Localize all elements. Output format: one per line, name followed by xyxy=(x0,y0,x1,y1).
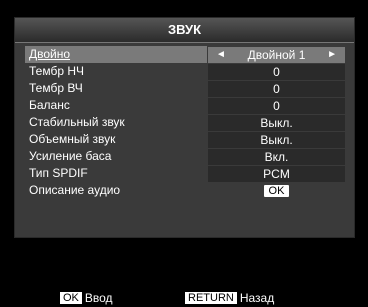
hint-enter: OK Ввод xyxy=(60,290,113,307)
tv-screen: ЗВУК Двойно ◄ Двойной 1 ► Тембр НЧ 0 Тем… xyxy=(0,0,368,307)
menu-item-value: 0 xyxy=(208,81,345,97)
menu-item-value: 0 xyxy=(208,64,345,80)
menu-item-label: Тембр НЧ xyxy=(29,64,84,78)
menu-item-spdif-type[interactable]: Тип SPDIF PCM xyxy=(25,165,346,182)
menu-item-dual[interactable]: Двойно ◄ Двойной 1 ► xyxy=(25,46,346,63)
menu-item-value: Выкл. xyxy=(208,132,345,148)
menu-item-label: Баланс xyxy=(29,98,70,112)
hint-back-label: Назад xyxy=(239,291,275,305)
arrow-left-icon[interactable]: ◄ xyxy=(216,47,226,63)
menu-item-label: Стабильный звук xyxy=(29,115,125,129)
hint-back: RETURN Назад xyxy=(185,290,274,307)
menu-item-value: Выкл. xyxy=(208,115,345,131)
menu-item-bass[interactable]: Тембр НЧ 0 xyxy=(25,63,346,80)
menu-item-label: Двойно xyxy=(29,47,71,61)
dual-selector[interactable]: ◄ Двойной 1 ► xyxy=(208,47,345,63)
arrow-right-icon[interactable]: ► xyxy=(327,47,337,63)
menu-item-value: 0 xyxy=(208,98,345,114)
menu-item-treble[interactable]: Тембр ВЧ 0 xyxy=(25,80,346,97)
menu-item-value: PCM xyxy=(208,166,345,182)
menu-item-value: Вкл. xyxy=(208,149,345,165)
menu-item-label: Усиление баса xyxy=(29,149,112,163)
menu-item-label: Описание аудио xyxy=(29,183,121,197)
menu-item-stable-sound[interactable]: Стабильный звук Выкл. xyxy=(25,114,346,131)
menu-item-bass-boost[interactable]: Усиление баса Вкл. xyxy=(25,148,346,165)
menu-item-balance[interactable]: Баланс 0 xyxy=(25,97,346,114)
menu-item-audio-description[interactable]: Описание аудио OK xyxy=(25,182,346,199)
sound-menu: ЗВУК Двойно ◄ Двойной 1 ► Тембр НЧ 0 Тем… xyxy=(14,17,355,238)
menu-item-value: Двойной 1 xyxy=(247,48,306,62)
ok-key-badge: OK xyxy=(60,291,82,304)
menu-item-label: Тембр ВЧ xyxy=(29,81,83,95)
hint-enter-label: Ввод xyxy=(84,291,113,305)
menu-item-label: Объемный звук xyxy=(29,132,116,146)
audio-description-cell: OK xyxy=(208,183,345,199)
ok-button[interactable]: OK xyxy=(263,184,290,197)
button-hints: OK Ввод RETURN Назад xyxy=(0,290,368,307)
menu-item-label: Тип SPDIF xyxy=(29,166,88,180)
menu-title: ЗВУК xyxy=(15,18,354,43)
menu-item-surround[interactable]: Объемный звук Выкл. xyxy=(25,131,346,148)
return-key-badge: RETURN xyxy=(185,291,237,304)
menu-list: Двойно ◄ Двойной 1 ► Тембр НЧ 0 Тембр ВЧ… xyxy=(25,46,346,199)
